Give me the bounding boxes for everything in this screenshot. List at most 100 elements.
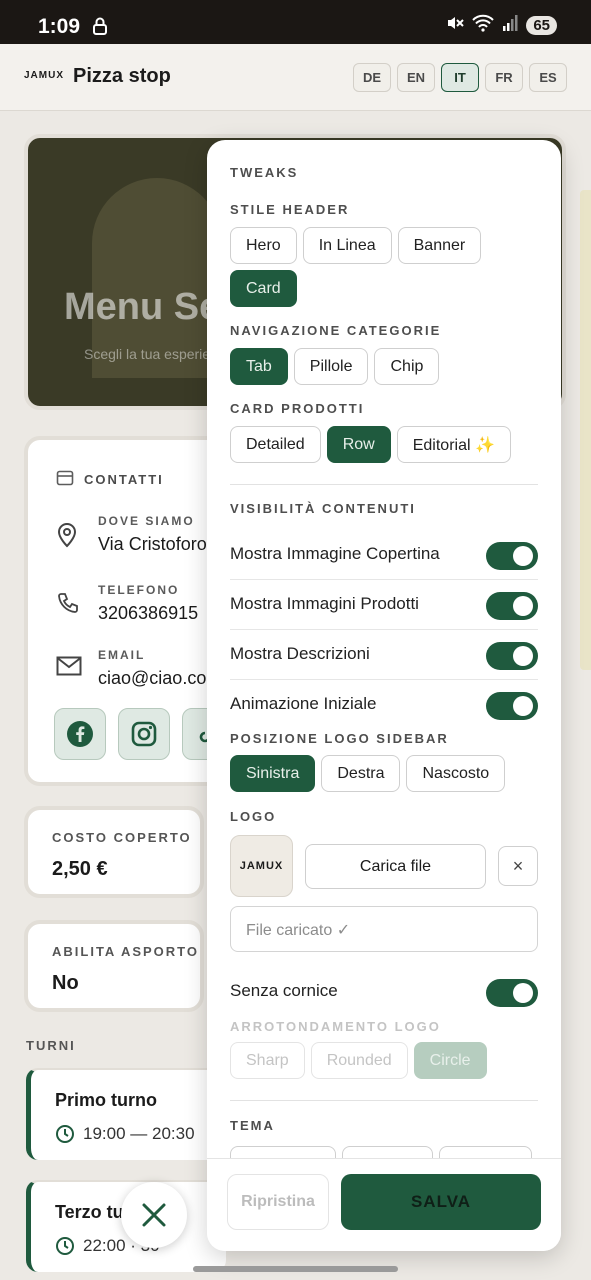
close-icon	[142, 1203, 166, 1227]
logo-rounding-circle-chip[interactable]: Circle	[413, 1042, 487, 1079]
tweaks-title: TWEAKS	[230, 165, 299, 180]
logo-label: LOGO	[230, 809, 277, 824]
lang-en-button[interactable]: EN	[397, 63, 435, 92]
cover-charge-value: 2,50 €	[52, 858, 108, 880]
email-label: EMAIL	[98, 648, 146, 662]
mute-icon	[446, 14, 465, 37]
toggle-product-images-row: Mostra Immagini Prodotti	[230, 580, 538, 630]
product-card-row-chip[interactable]: Row	[326, 426, 391, 463]
address-value: Via Cristoforo	[98, 534, 207, 554]
wifi-icon	[472, 14, 495, 37]
toggle-product-images-switch[interactable]	[486, 592, 538, 620]
logo-position-label: POSIZIONE LOGO SIDEBAR	[230, 731, 449, 746]
toggle-frameless-row: Senza cornice	[230, 967, 538, 1017]
toggle-descriptions-label: Mostra Descrizioni	[230, 644, 370, 663]
contacts-heading: CONTATTI	[56, 470, 164, 487]
product-card-detailed-chip[interactable]: Detailed	[230, 426, 321, 463]
category-nav-options: Tab Pillole Chip	[230, 348, 538, 385]
restaurant-name: Pizza stop	[73, 65, 171, 87]
turno-time: 19:00 — 20:30	[83, 1124, 195, 1143]
brand-logo: JAMUX	[24, 70, 65, 81]
logo-preview: JAMUX	[230, 835, 293, 897]
panel-footer: Ripristina SALVA	[207, 1158, 561, 1251]
category-nav-chip-chip[interactable]: Chip	[374, 348, 440, 385]
logo-position-left-chip[interactable]: Sinistra	[230, 755, 316, 792]
turno-name: Terzo tu	[55, 1202, 124, 1222]
header-style-options: Hero In Linea Banner Card	[230, 227, 538, 307]
toggle-cover-image-row: Mostra Immagine Copertina	[230, 530, 538, 580]
cover-charge-label: COSTO COPERTO	[52, 830, 192, 845]
logo-rounding-label: ARROTONDAMENTO LOGO	[230, 1019, 441, 1034]
remove-logo-button[interactable]: ×	[498, 846, 538, 886]
logo-rounding-rounded-chip[interactable]: Rounded	[310, 1042, 408, 1079]
save-button[interactable]: SALVA	[341, 1174, 541, 1230]
logo-position-right-chip[interactable]: Destra	[321, 755, 401, 792]
category-nav-pills-chip[interactable]: Pillole	[293, 348, 369, 385]
section-divider	[230, 1100, 538, 1101]
language-switcher: DE EN IT FR ES	[353, 63, 567, 92]
lang-es-button[interactable]: ES	[529, 63, 567, 92]
upload-file-button[interactable]: Carica file	[305, 844, 486, 889]
toggle-frameless-label: Senza cornice	[230, 981, 338, 1000]
category-nav-tab-chip[interactable]: Tab	[230, 348, 288, 385]
clock-icon	[55, 1236, 75, 1261]
reset-button[interactable]: Ripristina	[227, 1174, 329, 1230]
header-style-label: STILE HEADER	[230, 202, 350, 217]
logo-rounding-options: Sharp Rounded Circle	[230, 1042, 538, 1079]
lang-fr-button[interactable]: FR	[485, 63, 523, 92]
takeaway-card: ABILITA ASPORTO No	[24, 920, 204, 1012]
turno-name: Primo turno	[55, 1090, 157, 1110]
signal-icon	[502, 14, 518, 37]
lang-it-button[interactable]: IT	[441, 63, 479, 92]
app-header: JAMUX Pizza stop DE EN IT FR ES	[0, 44, 591, 111]
instagram-icon[interactable]	[118, 708, 170, 760]
status-time: 1:09	[38, 15, 81, 38]
section-divider	[230, 484, 538, 485]
store-icon	[56, 470, 74, 486]
address-label: DOVE SIAMO	[98, 514, 195, 528]
toggle-frameless-switch[interactable]	[486, 979, 538, 1007]
product-card-label: CARD PRODOTTI	[230, 401, 365, 416]
file-status-field[interactable]: File caricato ✓	[230, 906, 538, 952]
toggle-descriptions-switch[interactable]	[486, 642, 538, 670]
category-nav-label: NAVIGAZIONE CATEGORIE	[230, 323, 442, 338]
toggle-animation-switch[interactable]	[486, 692, 538, 720]
logo-position-hidden-chip[interactable]: Nascosto	[406, 755, 506, 792]
facebook-icon[interactable]	[54, 708, 106, 760]
close-icon: ×	[512, 855, 524, 876]
product-card-editorial-chip[interactable]: Editorial ✨	[396, 426, 511, 463]
logo-position-options: Sinistra Destra Nascosto	[230, 755, 538, 792]
header-style-inline-chip[interactable]: In Linea	[302, 227, 392, 264]
phone-label: TELEFONO	[98, 583, 180, 597]
logo-rounding-sharp-chip[interactable]: Sharp	[230, 1042, 305, 1079]
toggle-product-images-label: Mostra Immagini Prodotti	[230, 594, 419, 613]
status-bar: 1:09 65	[0, 0, 591, 44]
header-style-banner-chip[interactable]: Banner	[397, 227, 482, 264]
phone-value[interactable]: 3206386915	[98, 603, 198, 624]
cover-title: Menu Se	[64, 286, 221, 328]
close-panel-button[interactable]	[121, 1182, 187, 1248]
lang-de-button[interactable]: DE	[353, 63, 391, 92]
background-card-edge	[580, 190, 591, 670]
header-style-hero-chip[interactable]: Hero	[230, 227, 297, 264]
clock-icon	[55, 1124, 75, 1149]
theme-label: TEMA	[230, 1118, 275, 1133]
takeaway-value: No	[52, 972, 79, 994]
takeaway-label: ABILITA ASPORTO	[52, 944, 199, 959]
visibility-label: VISIBILITÀ CONTENUTI	[230, 501, 416, 516]
toggle-cover-image-switch[interactable]	[486, 542, 538, 570]
toggle-descriptions-row: Mostra Descrizioni	[230, 630, 538, 680]
cover-charge-card: COSTO COPERTO 2,50 €	[24, 806, 204, 898]
toggle-cover-image-label: Mostra Immagine Copertina	[230, 544, 440, 563]
tweaks-panel: TWEAKS STILE HEADER Hero In Linea Banner…	[207, 140, 561, 1251]
header-style-card-chip[interactable]: Card	[230, 270, 297, 307]
product-card-options: Detailed Row Editorial ✨	[230, 426, 538, 463]
turni-heading: TURNI	[26, 1038, 76, 1053]
battery-indicator: 65	[526, 16, 557, 35]
toggle-animation-row: Animazione Iniziale	[230, 680, 538, 730]
lock-icon	[92, 17, 108, 40]
phone-icon	[56, 591, 80, 620]
location-pin-icon	[56, 522, 78, 553]
home-indicator	[193, 1266, 398, 1272]
email-value[interactable]: ciao@ciao.co	[98, 668, 206, 689]
